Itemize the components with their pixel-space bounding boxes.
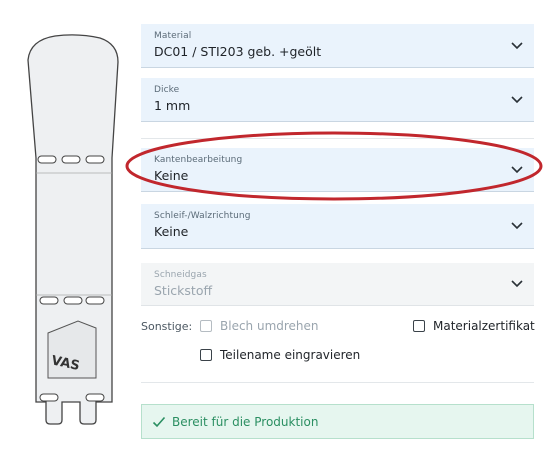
schneidgas-value: Stickstoff bbox=[154, 283, 213, 298]
schleifrichtung-value: Keine bbox=[154, 224, 189, 239]
chevron-down-icon[interactable] bbox=[510, 165, 524, 175]
material-select[interactable]: Material DC01 / STI203 geb. +geölt bbox=[141, 24, 534, 68]
material-value: DC01 / STI203 geb. +geölt bbox=[154, 44, 322, 59]
checkbox-box[interactable] bbox=[200, 349, 212, 361]
kantenbearbeitung-value: Keine bbox=[154, 168, 189, 183]
part-outline: VAS bbox=[27, 34, 119, 425]
divider bbox=[141, 382, 534, 383]
dicke-label: Dicke bbox=[154, 85, 180, 95]
materialzertifikat-checkbox[interactable]: Materialzertifikat bbox=[413, 319, 535, 333]
dicke-value: 1 mm bbox=[154, 98, 191, 113]
chevron-down-icon[interactable] bbox=[510, 95, 524, 105]
production-ready-status: Bereit für die Produktion bbox=[141, 404, 534, 439]
blech-umdrehen-checkbox: Blech umdrehen bbox=[200, 319, 319, 333]
teilename-eingravieren-label[interactable]: Teilename eingravieren bbox=[220, 348, 360, 362]
teilename-eingravieren-checkbox[interactable]: Teilename eingravieren bbox=[200, 348, 360, 362]
materialzertifikat-label[interactable]: Materialzertifikat bbox=[433, 319, 535, 333]
chevron-down-icon[interactable] bbox=[510, 221, 524, 231]
schleifrichtung-select[interactable]: Schleif-/Walzrichtung Keine bbox=[141, 204, 534, 249]
part-preview: VAS bbox=[0, 0, 140, 457]
kantenbearbeitung-select[interactable]: Kantenbearbeitung Keine bbox=[141, 148, 534, 192]
blech-umdrehen-label: Blech umdrehen bbox=[220, 319, 319, 333]
schneidgas-select: Schneidgas Stickstoff bbox=[141, 263, 534, 306]
chevron-down-icon bbox=[511, 280, 523, 288]
chevron-down-icon[interactable] bbox=[510, 41, 524, 51]
checkbox-box[interactable] bbox=[413, 320, 425, 332]
checkbox-box bbox=[200, 320, 212, 332]
material-label: Material bbox=[154, 31, 192, 41]
divider bbox=[141, 138, 534, 139]
schneidgas-label: Schneidgas bbox=[154, 270, 207, 280]
check-icon bbox=[152, 416, 166, 427]
dicke-select[interactable]: Dicke 1 mm bbox=[141, 78, 534, 122]
kantenbearbeitung-label: Kantenbearbeitung bbox=[154, 155, 243, 165]
status-text: Bereit für die Produktion bbox=[172, 414, 319, 429]
schleifrichtung-label: Schleif-/Walzrichtung bbox=[154, 211, 251, 221]
sonstige-label: Sonstige: bbox=[141, 320, 193, 333]
